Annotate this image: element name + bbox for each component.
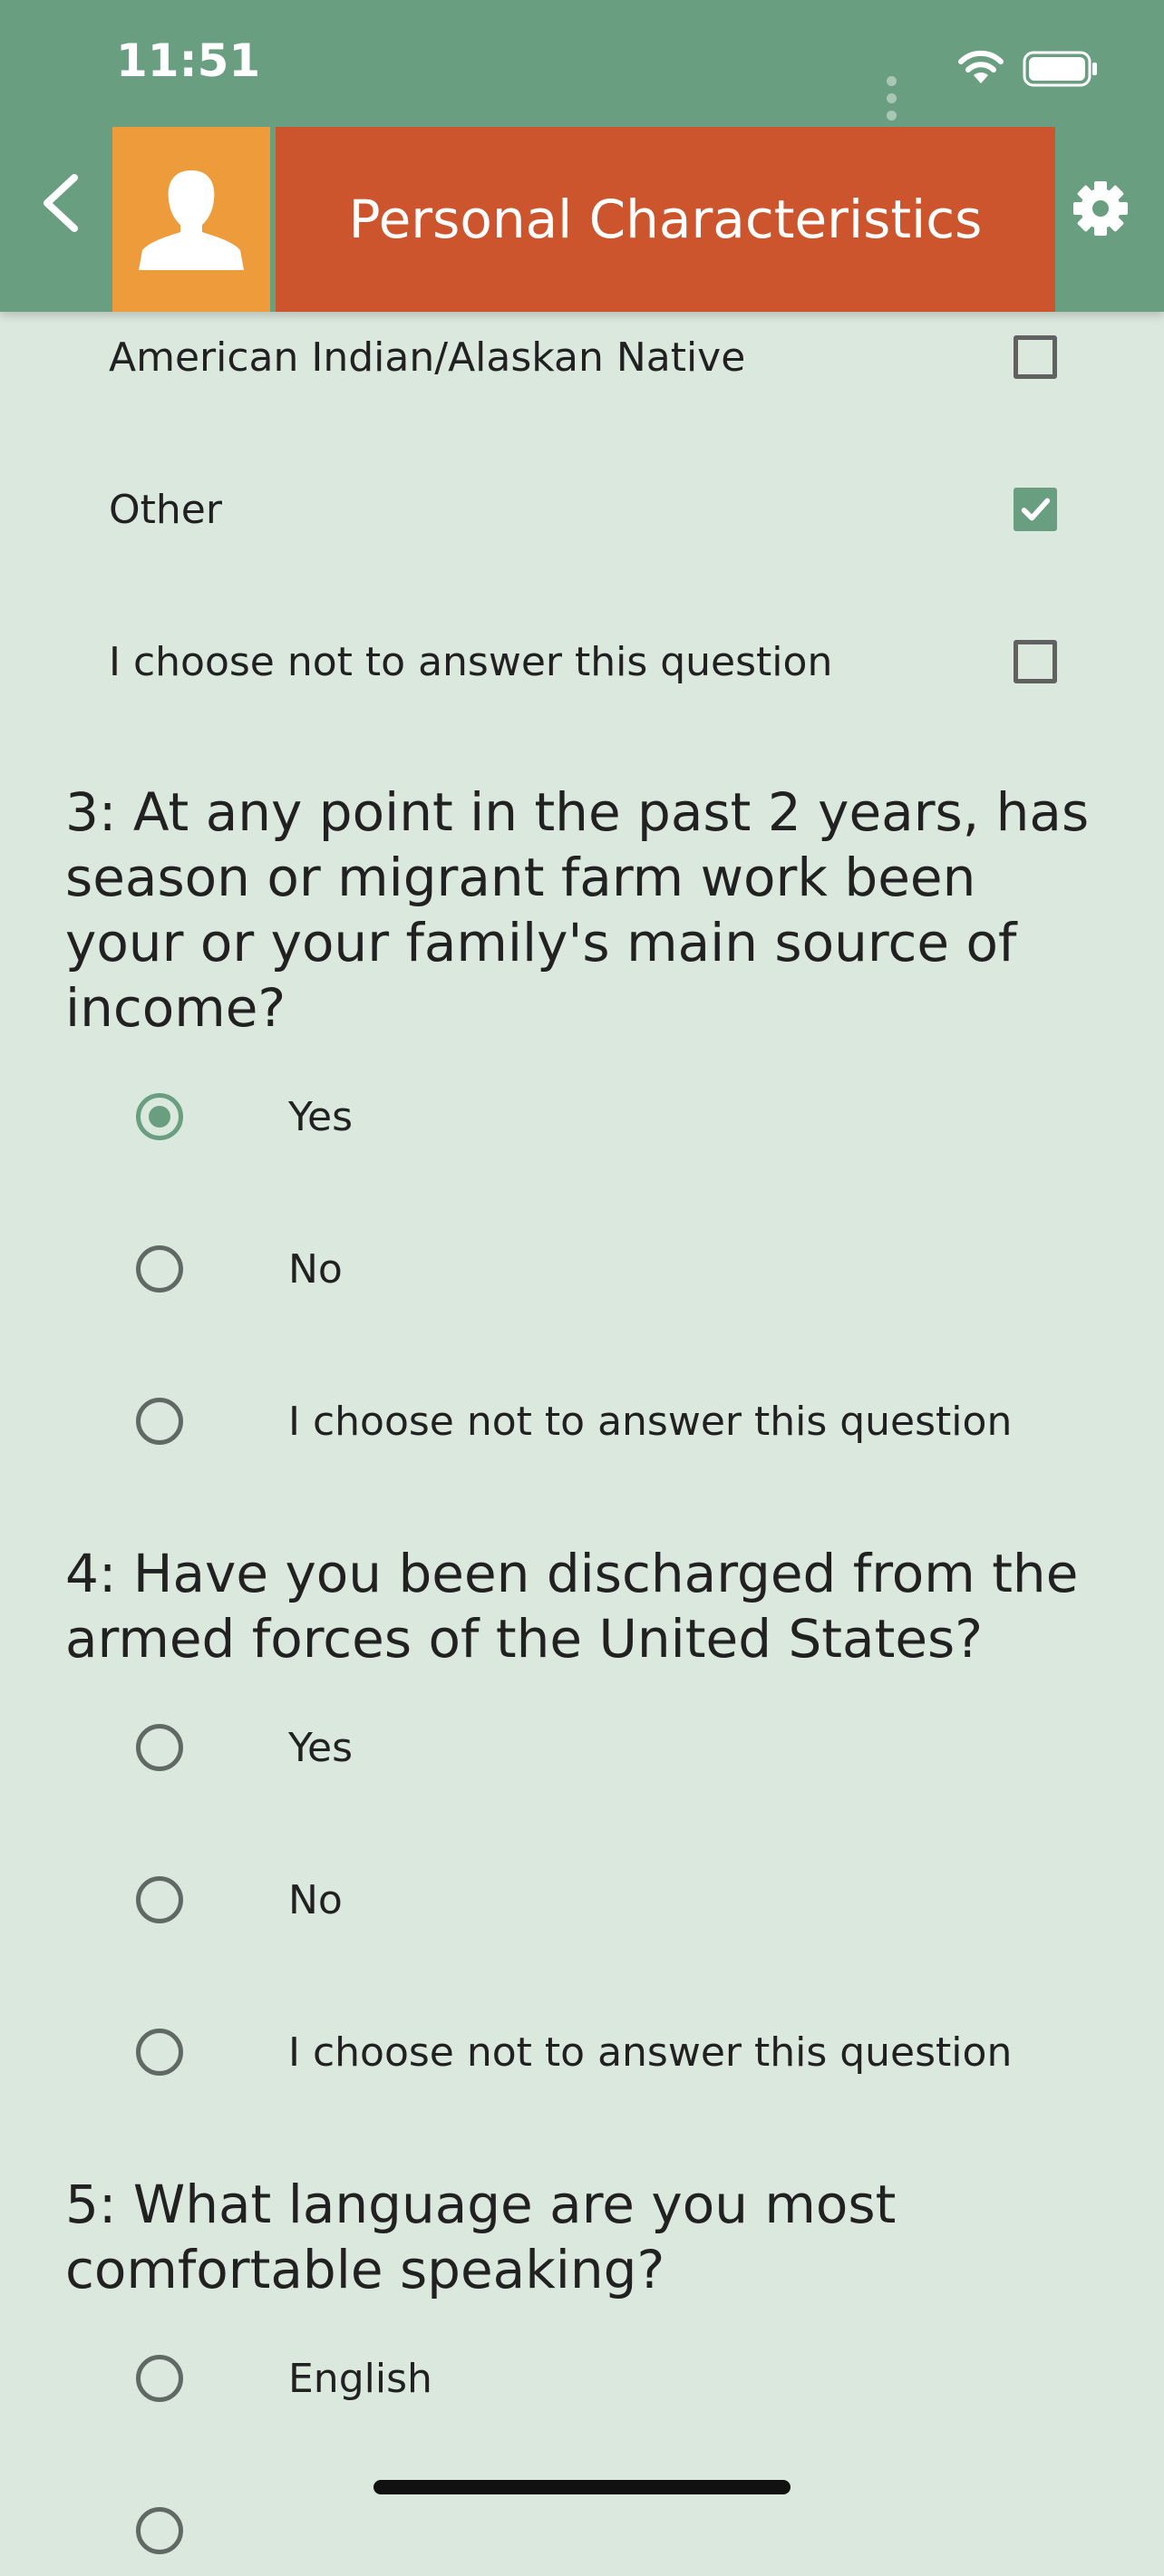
- radio-button[interactable]: [136, 2029, 183, 2076]
- question-5-text: 5: What language are you most comfortabl…: [65, 2174, 897, 2300]
- radio-option[interactable]: I choose not to answer this question: [136, 2007, 1043, 2097]
- radio-button[interactable]: [136, 1398, 183, 1445]
- app-bar: 11:51 Personal Characteristics: [0, 0, 1164, 312]
- radio-option[interactable]: Yes: [136, 1071, 1043, 1162]
- radio-label: No: [288, 1876, 343, 1923]
- gear-icon[interactable]: [1066, 174, 1135, 243]
- radio-button[interactable]: [136, 2507, 183, 2554]
- checkbox-label: I choose not to answer this question: [109, 638, 833, 685]
- wifi-icon: [958, 50, 1004, 83]
- radio-label: English: [288, 2355, 432, 2402]
- radio-button[interactable]: [136, 1245, 183, 1293]
- checkbox-option[interactable]: Other: [109, 464, 1061, 555]
- radio-label: No: [288, 1245, 343, 1293]
- battery-icon: [1023, 51, 1097, 87]
- checkbox[interactable]: [1014, 640, 1057, 683]
- radio-option-partial[interactable]: [136, 2485, 1043, 2576]
- radio-label: Yes: [288, 1724, 354, 1771]
- radio-label: Yes: [288, 1093, 354, 1140]
- radio-button[interactable]: [136, 1724, 183, 1771]
- checkbox-option[interactable]: I choose not to answer this question: [109, 616, 1061, 707]
- radio-button[interactable]: [136, 2355, 183, 2402]
- radio-option[interactable]: English: [136, 2333, 1043, 2424]
- person-icon: [139, 170, 244, 270]
- checkmark-icon: [1021, 498, 1051, 521]
- checkbox[interactable]: [1014, 335, 1057, 379]
- radio-button[interactable]: [136, 1876, 183, 1923]
- section-avatar: [112, 127, 270, 312]
- radio-option[interactable]: Yes: [136, 1702, 1043, 1793]
- question-3-text: 3: At any point in the past 2 years, has…: [65, 781, 1090, 1039]
- radio-option[interactable]: No: [136, 1855, 1043, 1945]
- checkbox-label: American Indian/Alaskan Native: [109, 334, 746, 381]
- page-title-banner: Personal Characteristics: [276, 127, 1055, 312]
- radio-label: I choose not to answer this question: [288, 2029, 1013, 2076]
- radio-button-selected[interactable]: [136, 1093, 183, 1140]
- radio-label: I choose not to answer this question: [288, 1398, 1013, 1445]
- question-4-text: 4: Have you been discharged from the arm…: [65, 1543, 1079, 1670]
- back-button[interactable]: [34, 169, 85, 237]
- home-indicator: [373, 2480, 791, 2494]
- radio-option[interactable]: I choose not to answer this question: [136, 1376, 1043, 1467]
- page-title: Personal Characteristics: [348, 189, 983, 250]
- checkbox-label: Other: [109, 486, 222, 533]
- checkbox-checked[interactable]: [1014, 488, 1057, 531]
- radio-option[interactable]: No: [136, 1224, 1043, 1314]
- status-time: 11:51: [116, 34, 261, 87]
- checkbox-option[interactable]: American Indian/Alaskan Native: [109, 312, 1061, 402]
